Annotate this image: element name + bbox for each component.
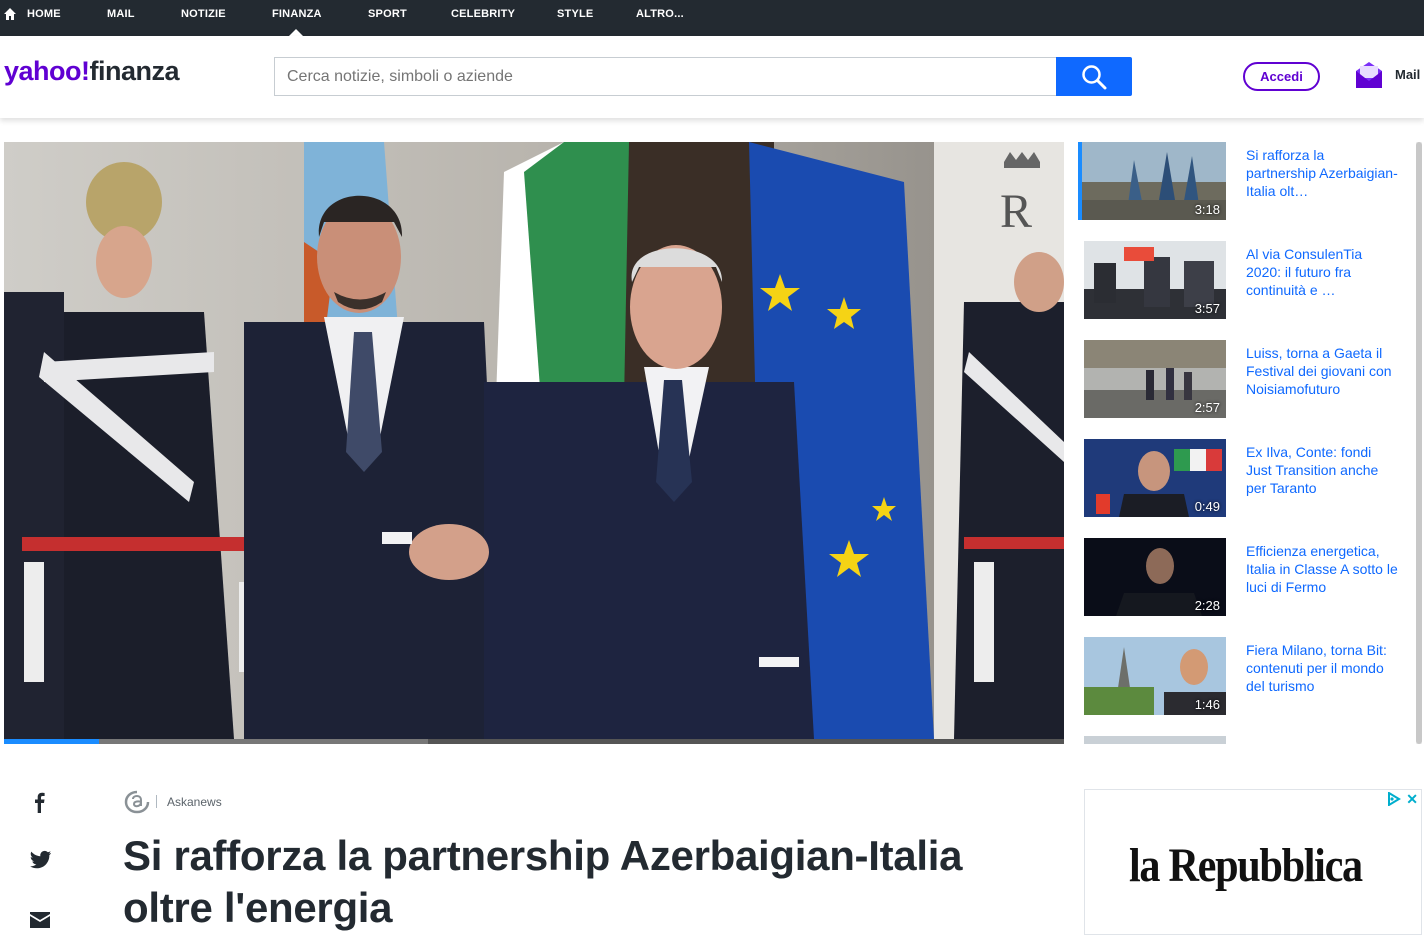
playlist-item[interactable]: 3:57 Al via ConsulenTia 2020: il futuro … xyxy=(1078,241,1408,323)
playlist-title[interactable]: Al via ConsulenTia 2020: il futuro fra c… xyxy=(1246,245,1398,299)
playlist-title[interactable]: Ex Ilva, Conte: fondi Just Transition an… xyxy=(1246,443,1398,497)
playlist-scrollbar[interactable] xyxy=(1416,142,1422,744)
video-duration: 2:28 xyxy=(1194,598,1220,613)
playlist-item[interactable]: 0:49 Ex Ilva, Conte: fondi Just Transiti… xyxy=(1078,439,1408,521)
video-progress-bar[interactable] xyxy=(4,739,1064,744)
nav-mail[interactable]: MAIL xyxy=(107,0,135,36)
playlist-title[interactable]: Fiera Milano, torna Bit: contenuti per i… xyxy=(1246,641,1398,695)
logo-section: finanza xyxy=(89,56,180,86)
video-duration: 3:57 xyxy=(1194,301,1220,316)
article-headline: Si rafforza la partnership Azerbaigian-I… xyxy=(123,832,963,931)
active-nav-indicator xyxy=(289,29,303,36)
playlist-item[interactable]: 2:28 Efficienza energetica, Italia in Cl… xyxy=(1078,538,1408,620)
nav-altro[interactable]: ALTRO... xyxy=(636,0,684,36)
facebook-icon[interactable] xyxy=(30,790,50,814)
playlist-item[interactable] xyxy=(1078,736,1408,744)
playlist-thumbnail: 3:18 xyxy=(1082,142,1226,220)
article-source[interactable]: Askanews xyxy=(167,795,222,809)
playlist-thumbnail: 2:57 xyxy=(1084,340,1226,418)
signin-button[interactable]: Accedi xyxy=(1243,62,1320,91)
nav-home[interactable]: HOME xyxy=(27,0,61,36)
scrollbar-thumb[interactable] xyxy=(1416,142,1422,744)
adchoices-icon[interactable] xyxy=(1387,792,1401,806)
video-duration: 0:49 xyxy=(1194,499,1220,514)
home-icon xyxy=(4,8,16,20)
mail-icon[interactable] xyxy=(1355,60,1383,90)
logo-yahoo: yahoo! xyxy=(4,56,90,86)
video-frame: R xyxy=(4,142,1064,739)
nav-style[interactable]: STYLE xyxy=(557,0,593,36)
nav-notizie[interactable]: NOTIZIE xyxy=(181,0,226,36)
playlist-title[interactable]: Efficienza energetica, Italia in Classe … xyxy=(1246,542,1398,596)
twitter-icon[interactable] xyxy=(30,850,52,870)
playlist-title[interactable]: Luiss, torna a Gaeta il Festival dei gio… xyxy=(1246,344,1398,398)
ad-close-icon[interactable]: ✕ xyxy=(1406,791,1418,808)
byline-separator xyxy=(156,795,157,808)
playlist-item[interactable]: 3:18 Si rafforza la partnership Azerbaig… xyxy=(1078,142,1408,224)
email-icon[interactable] xyxy=(30,912,50,928)
nav-celebrity[interactable]: CELEBRITY xyxy=(451,0,515,36)
search-button[interactable] xyxy=(1056,57,1132,96)
video-duration: 2:57 xyxy=(1194,400,1220,415)
yahoo-finanza-logo[interactable]: yahoo!finanza xyxy=(4,56,180,87)
top-navigation: HOME MAIL NOTIZIE FINANZA SPORT CELEBRIT… xyxy=(0,0,1424,36)
video-duration: 1:46 xyxy=(1194,697,1220,712)
ad-brand: la Repubblica xyxy=(1129,839,1363,892)
video-player[interactable]: R xyxy=(4,142,1064,744)
askanews-logo xyxy=(124,790,150,814)
search-icon xyxy=(1082,65,1107,90)
video-duration: 3:18 xyxy=(1194,202,1220,217)
playlist-title[interactable]: Si rafforza la partnership Azerbaigian-I… xyxy=(1246,146,1398,200)
video-playlist: 3:18 Si rafforza la partnership Azerbaig… xyxy=(1078,142,1408,744)
playlist-thumbnail: 3:57 xyxy=(1084,241,1226,319)
video-progress-fill xyxy=(4,739,100,744)
playlist-thumbnail xyxy=(1084,736,1226,744)
playlist-thumbnail: 2:28 xyxy=(1084,538,1226,616)
svg-text:R: R xyxy=(1000,185,1032,238)
search-input[interactable] xyxy=(274,57,1057,96)
playlist-item[interactable]: 1:46 Fiera Milano, torna Bit: contenuti … xyxy=(1078,637,1408,719)
nav-sport[interactable]: SPORT xyxy=(368,0,407,36)
playlist-thumbnail: 1:46 xyxy=(1084,637,1226,715)
advertisement[interactable]: ✕ la Repubblica xyxy=(1084,789,1422,935)
site-header: yahoo!finanza Accedi Mail xyxy=(0,36,1424,118)
playlist-item[interactable]: 2:57 Luiss, torna a Gaeta il Festival de… xyxy=(1078,340,1408,422)
mail-link[interactable]: Mail xyxy=(1395,67,1420,82)
playlist-thumbnail: 0:49 xyxy=(1084,439,1226,517)
